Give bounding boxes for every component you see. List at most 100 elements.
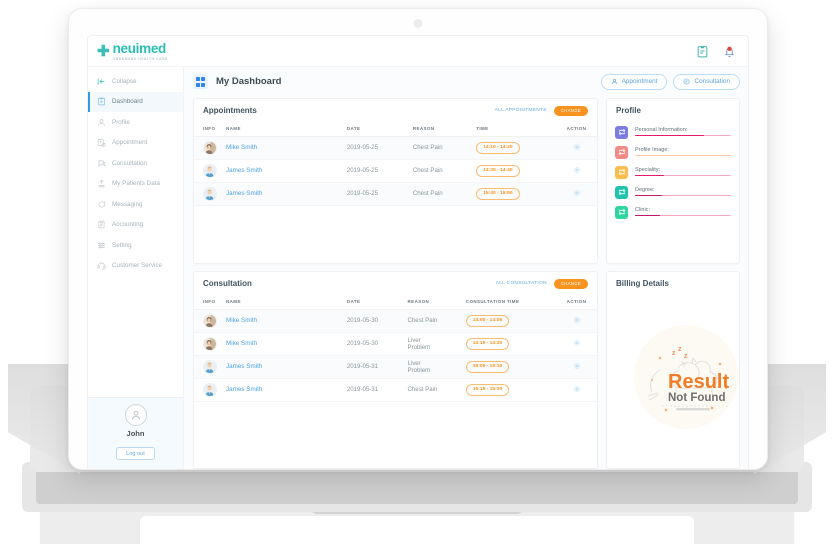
profile-progress-row: Profile Image:: [615, 145, 731, 159]
gear-icon[interactable]: [573, 316, 581, 326]
gear-icon[interactable]: [573, 189, 581, 199]
sidebar-item-messaging[interactable]: Messaging: [88, 194, 183, 215]
profile-progress-track: [635, 214, 731, 217]
refresh-icon[interactable]: [615, 145, 628, 159]
svg-text:z: z: [684, 353, 688, 360]
row-patient-name[interactable]: James Smith: [226, 167, 262, 174]
result-not-found-primary: Result: [668, 371, 729, 393]
main-content: My Dashboard Appointment Consultation Ap…: [184, 67, 748, 469]
row-reason: Chest Pain: [412, 144, 443, 152]
sidebar-item-profile[interactable]: Profile: [88, 112, 183, 133]
collapse-icon: [97, 77, 106, 86]
top-bar: ✚ neuimed ONDEMAND HEALTH CARE: [88, 36, 748, 67]
appointments-title: Appointments: [203, 106, 257, 116]
table-row[interactable]: James Smith 2019-05-25 Chest Pain 15:40 - 1…: [194, 182, 597, 206]
customer-service-icon: [97, 261, 106, 270]
table-row[interactable]: Mike Smith 2019-05-30 Liver Problem 14:15 - …: [194, 332, 597, 356]
gear-icon[interactable]: [573, 143, 581, 153]
sidebar-item-accounting[interactable]: Accounting: [88, 215, 183, 236]
sidebar-item-consultation[interactable]: Consultation: [88, 153, 183, 174]
user-name: John: [126, 428, 145, 438]
row-date: 2019-05-25: [346, 144, 379, 152]
table-row[interactable]: James Smith 2019-05-31 Liver Problem 15:05 -…: [194, 355, 597, 379]
dashboard-left-column: Appointments ALL APPOINTMENTS CHANGE INF…: [193, 97, 598, 469]
all-consultation-link[interactable]: ALL CONSULTATION: [496, 281, 547, 286]
sidebar-nav: Collapse Dashboard Profile Appointment C…: [88, 71, 183, 397]
sidebar-item-label: Setting: [112, 241, 132, 249]
refresh-icon[interactable]: [615, 205, 628, 219]
table-row[interactable]: Mike Smith 2019-05-25 Chest Pain 14:10 - 14…: [194, 136, 597, 160]
device-mockup-stage: ✚ neuimed ONDEMAND HEALTH CARE Collapse …: [0, 0, 834, 544]
sidebar-item-my-patients-data[interactable]: My Patients Data: [88, 174, 183, 195]
row-time: 14:15 - 14:20: [464, 332, 563, 355]
appointments-change-badge[interactable]: CHANGE: [553, 105, 588, 116]
logout-button[interactable]: Log out: [116, 447, 155, 460]
column-header-reason: REASON: [410, 121, 475, 137]
appointment-button[interactable]: Appointment: [600, 74, 668, 90]
row-avatar: [194, 159, 224, 182]
profile-progress-row: Personal Information:: [615, 125, 731, 139]
result-not-found-illustration: zzz Result Not Found: [607, 286, 739, 468]
consultation-change-badge[interactable]: CHANGE: [553, 278, 588, 289]
sidebar-item-collapse[interactable]: Collapse: [88, 71, 183, 92]
profile-card-header: Profile: [607, 99, 739, 121]
row-patient-name[interactable]: Mike Smith: [226, 340, 257, 347]
sidebar-item-dashboard[interactable]: Dashboard: [88, 91, 183, 112]
row-date: 2019-05-30: [346, 317, 379, 325]
sidebar-item-customer-service[interactable]: Customer Service: [88, 256, 183, 277]
table-row[interactable]: Mike Smith 2019-05-30 Chest Pain 14:00 - 14…: [194, 309, 597, 333]
row-date: 2019-05-31: [346, 363, 379, 371]
row-avatar: [194, 309, 224, 332]
patients-data-icon: [97, 179, 106, 188]
gear-icon[interactable]: [573, 166, 581, 176]
row-avatar: [194, 378, 224, 401]
appointments-table-header: INFO NAME DATE REASON TIME ACTION: [194, 121, 597, 137]
gear-icon[interactable]: [573, 385, 581, 395]
device-stack-middle-bar: [36, 470, 798, 504]
messaging-icon: [97, 200, 106, 209]
consultation-title: Consultation: [203, 279, 252, 289]
row-time: 15:40 - 15:50: [474, 182, 563, 205]
brand-logo[interactable]: ✚ neuimed ONDEMAND HEALTH CARE: [88, 41, 184, 61]
profile-progress-row: Degree:: [615, 185, 731, 199]
table-row[interactable]: James Smith 2019-05-25 Chest Pain 14:30 - 1…: [194, 159, 597, 183]
sidebar-item-label: Collapse: [112, 77, 137, 85]
gear-icon[interactable]: [573, 362, 581, 372]
profile-progress-track: [635, 134, 731, 137]
sidebar-item-appointment[interactable]: Appointment: [88, 133, 183, 154]
accounting-icon: [97, 220, 106, 229]
brand-name: neuimed: [112, 40, 167, 56]
row-date: 2019-05-30: [346, 340, 379, 348]
profile-progress-track: [635, 194, 731, 197]
refresh-icon[interactable]: [615, 125, 628, 139]
all-appointments-link[interactable]: ALL APPOINTMENTS: [495, 108, 547, 113]
dashboard-icon: [97, 97, 106, 106]
profile-progress-row: Speciality:: [615, 165, 731, 179]
clipboard-icon[interactable]: [696, 45, 709, 58]
refresh-icon[interactable]: [615, 165, 628, 179]
sidebar-item-setting[interactable]: Setting: [88, 235, 183, 256]
row-patient-name[interactable]: Mike Smith: [226, 317, 257, 324]
row-patient-name[interactable]: Mike Smith: [226, 144, 257, 151]
svg-text:z: z: [672, 350, 676, 357]
consultation-button[interactable]: Consultation: [673, 74, 740, 90]
appointments-table: INFO NAME DATE REASON TIME ACTION Mike S…: [194, 121, 597, 206]
row-reason: Liver Problem: [407, 336, 431, 351]
appointment-icon: [97, 138, 106, 147]
gear-icon[interactable]: [573, 339, 581, 349]
row-reason: Liver Problem: [407, 359, 431, 374]
appointment-button-label: Appointment: [621, 78, 658, 86]
table-row[interactable]: James Smith 2019-05-31 Chest Pain 15:15 - 1…: [194, 378, 597, 402]
profile-progress-fill: [635, 194, 662, 197]
row-patient-name[interactable]: James Smith: [226, 363, 262, 370]
row-patient-name[interactable]: James Smith: [226, 386, 262, 393]
notification-bell-icon[interactable]: [723, 45, 736, 58]
column-header-name: NAME: [224, 121, 345, 137]
refresh-icon[interactable]: [615, 185, 628, 199]
profile-progress-fill: [635, 134, 705, 137]
tablet-device: ✚ neuimed ONDEMAND HEALTH CARE Collapse …: [68, 8, 768, 470]
consultation-button-label: Consultation: [694, 78, 730, 86]
row-patient-name[interactable]: James Smith: [226, 190, 262, 197]
column-header-action: ACTION: [563, 121, 597, 137]
appointments-card-header: Appointments ALL APPOINTMENTS CHANGE: [194, 99, 597, 122]
